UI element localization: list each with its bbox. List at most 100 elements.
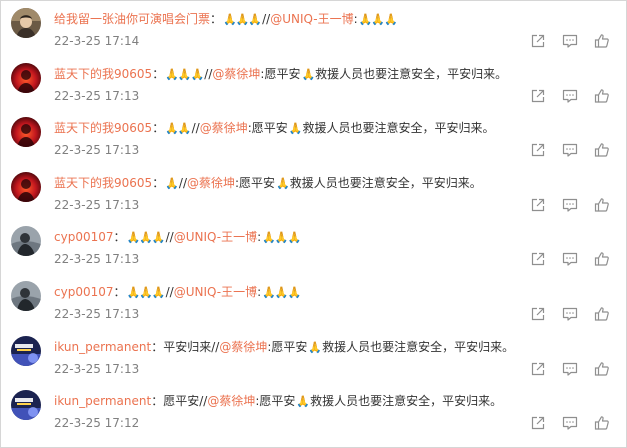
share-icon[interactable] (530, 415, 546, 431)
timestamp: 22-3-25 17:14 (54, 34, 140, 48)
comment-body: 🙏🙏//@蔡徐坤:愿平安🙏救援人员也要注意安全，平安归来。 (164, 121, 494, 135)
like-icon[interactable] (594, 88, 610, 104)
share-icon[interactable] (530, 306, 546, 322)
text-segment: // (191, 121, 200, 136)
mention-link[interactable]: @UNIQ-王一博 (174, 285, 257, 299)
username-link[interactable]: ikun_permanent (54, 394, 151, 408)
comment-item: ikun_permanent：平安归来//@蔡徐坤:愿平安🙏救援人员也要注意安全… (1, 329, 626, 384)
username-link[interactable]: ikun_permanent (54, 340, 151, 354)
timestamp: 22-3-25 17:13 (54, 88, 140, 103)
comment-text: 蓝天下的我90605：🙏🙏//@蔡徐坤:愿平安🙏救援人员也要注意安全，平安归来。 (54, 120, 494, 137)
prayer-emoji-icon: 🙏 (301, 67, 315, 81)
text-segment: 救援人员也要注意安全，平安归来。 (310, 394, 503, 409)
text-segment: // (262, 12, 271, 26)
share-icon[interactable] (530, 33, 546, 49)
username-link[interactable]: 蓝天下的我90605 (54, 121, 152, 135)
avatar-dark-figure[interactable] (11, 226, 41, 257)
comment-icon[interactable] (562, 197, 578, 213)
separator: ： (152, 66, 165, 81)
comment-icon[interactable] (562, 33, 578, 49)
like-icon[interactable] (594, 251, 610, 267)
timestamp: 22-3-25 17:13 (54, 197, 140, 212)
timestamp: 22-3-25 17:13 (54, 307, 140, 321)
comment-item: cyp00107：🙏🙏🙏//@UNIQ-王一博:🙏🙏🙏 22-3-25 17:1… (1, 274, 626, 329)
share-icon[interactable] (530, 251, 546, 267)
avatar-red-glow[interactable] (11, 171, 41, 202)
comment-actions (530, 33, 610, 49)
share-icon[interactable] (530, 361, 546, 377)
comment-icon[interactable] (562, 251, 578, 267)
text-segment: :愿平安 (260, 66, 301, 81)
comment-text: ikun_permanent：平安归来//@蔡徐坤:愿平安🙏救援人员也要注意安全… (54, 339, 514, 356)
text-segment: 救援人员也要注意安全，平安归来。 (315, 66, 508, 81)
comment-icon[interactable] (562, 415, 578, 431)
separator: ： (113, 230, 126, 245)
comment-body: 🙏🙏🙏//@UNIQ-王一博:🙏🙏🙏 (126, 230, 302, 244)
avatar-red-glow[interactable] (11, 62, 41, 93)
text-segment: : (257, 285, 262, 299)
comment-body: 🙏//@蔡徐坤:愿平安🙏救援人员也要注意安全，平安归来。 (164, 176, 482, 190)
mention-link[interactable]: @蔡徐坤 (187, 176, 235, 190)
text-segment: :愿平安 (255, 394, 296, 409)
like-icon[interactable] (594, 142, 610, 158)
text-segment: :愿平安 (235, 175, 276, 190)
separator: ： (152, 175, 165, 190)
username-link[interactable]: 蓝天下的我90605 (54, 176, 152, 190)
username-link[interactable]: cyp00107 (54, 285, 114, 299)
avatar-concert-portrait[interactable] (11, 8, 41, 38)
timestamp: 22-3-25 17:13 (54, 252, 140, 267)
avatar-blue-poster[interactable] (11, 390, 41, 421)
mention-link[interactable]: @蔡徐坤 (219, 340, 267, 354)
comment-text: 给我留一张油你可演唱会门票：🙏🙏🙏//@UNIQ-王一博:🙏🙏🙏 (54, 11, 398, 28)
mention-link[interactable]: @UNIQ-王一博 (270, 12, 353, 26)
text-segment: 愿平安// (163, 394, 208, 409)
comment-icon[interactable] (562, 306, 578, 322)
comment-body: 平安归来//@蔡徐坤:愿平安🙏救援人员也要注意安全，平安归来。 (163, 340, 514, 354)
mention-link[interactable]: @蔡徐坤 (207, 394, 255, 408)
prayer-emoji-icon: 🙏 (276, 176, 290, 190)
like-icon[interactable] (594, 306, 610, 322)
share-icon[interactable] (530, 197, 546, 213)
text-segment: :愿平安 (247, 121, 288, 136)
separator: ： (151, 339, 164, 354)
comment-actions (530, 197, 610, 213)
username-link[interactable]: cyp00107 (54, 230, 114, 244)
comment-text: ikun_permanent：愿平安//@蔡徐坤:愿平安🙏救援人员也要注意安全，… (54, 393, 502, 410)
avatar-blue-poster[interactable] (11, 335, 41, 366)
comment-item: 给我留一张油你可演唱会门票：🙏🙏🙏//@UNIQ-王一博:🙏🙏🙏 22-3-25… (1, 1, 626, 56)
text-segment: :愿平安 (267, 339, 308, 354)
comment-body: 愿平安//@蔡徐坤:愿平安🙏救援人员也要注意安全，平安归来。 (163, 394, 502, 408)
text-segment: 救援人员也要注意安全，平安归来。 (322, 339, 515, 354)
timestamp: 22-3-25 17:13 (54, 143, 140, 158)
comment-item: cyp00107：🙏🙏🙏//@UNIQ-王一博:🙏🙏🙏 22-3-25 17:1… (1, 219, 626, 274)
timestamp: 22-3-25 17:13 (54, 361, 140, 376)
username-link[interactable]: 给我留一张油你可演唱会门票 (54, 12, 210, 26)
comment-text: cyp00107：🙏🙏🙏//@UNIQ-王一博:🙏🙏🙏 (54, 229, 301, 246)
comment-icon[interactable] (562, 88, 578, 104)
username-link[interactable]: 蓝天下的我90605 (54, 67, 152, 81)
mention-link[interactable]: @UNIQ-王一博 (174, 230, 257, 244)
comment-item: 蓝天下的我90605：🙏🙏🙏//@蔡徐坤:愿平安🙏救援人员也要注意安全，平安归来… (1, 56, 626, 111)
text-segment: 救援人员也要注意安全，平安归来。 (289, 175, 482, 190)
avatar-dark-figure[interactable] (11, 281, 41, 311)
share-icon[interactable] (530, 142, 546, 158)
mention-link[interactable]: @蔡徐坤 (212, 67, 260, 81)
prayer-emoji-icon: 🙏 (296, 395, 310, 409)
like-icon[interactable] (594, 415, 610, 431)
share-icon[interactable] (530, 88, 546, 104)
text-segment: 救援人员也要注意安全，平安归来。 (302, 121, 495, 136)
comment-item: 蓝天下的我90605：🙏//@蔡徐坤:愿平安🙏救援人员也要注意安全，平安归来。 … (1, 165, 626, 220)
like-icon[interactable] (594, 197, 610, 213)
prayer-emoji-icon: 🙏🙏🙏 (358, 13, 398, 26)
comment-icon[interactable] (562, 361, 578, 377)
avatar-red-glow[interactable] (11, 117, 41, 148)
mention-link[interactable]: @蔡徐坤 (200, 121, 248, 135)
text-segment: // (165, 230, 174, 245)
like-icon[interactable] (594, 361, 610, 377)
comment-actions (530, 142, 610, 158)
prayer-emoji-icon: 🙏🙏 (165, 122, 191, 136)
comment-icon[interactable] (562, 142, 578, 158)
like-icon[interactable] (594, 33, 610, 49)
comment-body: 🙏🙏🙏//@蔡徐坤:愿平安🙏救援人员也要注意安全，平安归来。 (164, 67, 507, 81)
text-segment: 平安归来// (163, 339, 220, 354)
